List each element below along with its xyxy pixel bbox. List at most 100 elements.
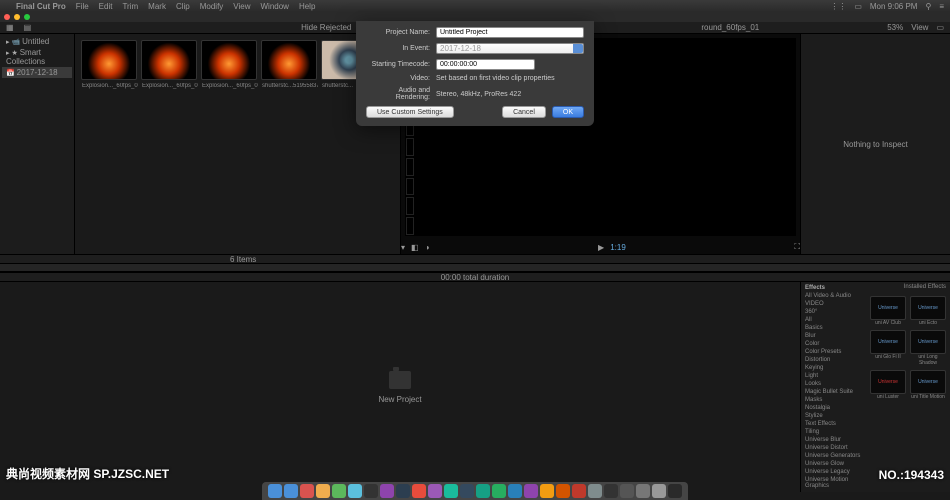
installed-effects-label[interactable]: Installed Effects bbox=[866, 282, 950, 292]
effect-category[interactable]: Text Effects bbox=[803, 420, 864, 428]
tool-icon[interactable]: ◧ bbox=[411, 243, 419, 252]
effect-category[interactable]: Light bbox=[803, 372, 864, 380]
effect-category[interactable]: Stylize bbox=[803, 412, 864, 420]
menu-help[interactable]: Help bbox=[299, 2, 315, 11]
sidebar-item-smart[interactable]: ▸ ★ Smart Collections bbox=[2, 47, 72, 67]
dock-app-icon[interactable] bbox=[316, 484, 330, 498]
effect-category[interactable]: Universe Glow bbox=[803, 460, 864, 468]
effect-thumb[interactable]: Universe bbox=[870, 370, 906, 394]
effect-category[interactable]: Masks bbox=[803, 396, 864, 404]
wifi-icon[interactable]: ⋮⋮ bbox=[830, 2, 846, 11]
dock-app-icon[interactable] bbox=[460, 484, 474, 498]
clock[interactable]: Mon 9:06 PM bbox=[870, 2, 918, 11]
dock-app-icon[interactable] bbox=[492, 484, 506, 498]
hide-rejected[interactable]: Hide Rejected bbox=[301, 23, 351, 32]
in-event-select[interactable]: 2017-12-18 bbox=[436, 43, 584, 54]
effect-category[interactable]: Universe Legacy bbox=[803, 468, 864, 476]
effect-thumb[interactable]: Universe bbox=[910, 296, 946, 320]
cancel-button[interactable]: Cancel bbox=[502, 106, 546, 118]
dock-app-icon[interactable] bbox=[412, 484, 426, 498]
dock-app-icon[interactable] bbox=[636, 484, 650, 498]
dock-app-icon[interactable] bbox=[476, 484, 490, 498]
dock-app-icon[interactable] bbox=[444, 484, 458, 498]
dock-app-icon[interactable] bbox=[540, 484, 554, 498]
start-tc-input[interactable] bbox=[436, 59, 535, 70]
dock-app-icon[interactable] bbox=[556, 484, 570, 498]
effect-category[interactable]: Nostalgia bbox=[803, 404, 864, 412]
battery-icon[interactable]: ▭ bbox=[854, 2, 862, 11]
minimize-icon[interactable] bbox=[14, 14, 20, 20]
media-icon[interactable]: ▤ bbox=[24, 23, 32, 32]
menu-clip[interactable]: Clip bbox=[176, 2, 190, 11]
menu-file[interactable]: File bbox=[76, 2, 89, 11]
dock-app-icon[interactable] bbox=[348, 484, 362, 498]
maximize-icon[interactable] bbox=[24, 14, 30, 20]
timeline[interactable]: New Project bbox=[0, 282, 800, 492]
view-menu[interactable]: View bbox=[911, 23, 928, 32]
dock-app-icon[interactable] bbox=[620, 484, 634, 498]
dock-app-icon[interactable] bbox=[652, 484, 666, 498]
menu-trim[interactable]: Trim bbox=[122, 2, 138, 11]
dock-app-icon[interactable] bbox=[396, 484, 410, 498]
effect-category[interactable]: Universe Motion Graphics bbox=[803, 476, 864, 490]
clapperboard-icon[interactable] bbox=[389, 371, 411, 389]
effect-category[interactable]: Blur bbox=[803, 332, 864, 340]
zoom-level[interactable]: 53% bbox=[887, 23, 903, 32]
effect-category[interactable]: Looks bbox=[803, 380, 864, 388]
dock-app-icon[interactable] bbox=[604, 484, 618, 498]
search-icon[interactable]: ⚲ bbox=[925, 2, 931, 11]
clip-thumb[interactable]: Explosion..._60fps_03 bbox=[141, 40, 197, 80]
effect-category[interactable]: All bbox=[803, 316, 864, 324]
effect-category[interactable]: 360° bbox=[803, 308, 864, 316]
clip-thumb[interactable]: Explosion..._60fps_02 bbox=[201, 40, 257, 80]
menu-view[interactable]: View bbox=[233, 2, 250, 11]
menu-mark[interactable]: Mark bbox=[148, 2, 166, 11]
effect-category[interactable]: Universe Distort bbox=[803, 444, 864, 452]
effect-category[interactable]: Distortion bbox=[803, 356, 864, 364]
clip-thumb[interactable]: Explosion..._60fps_01 bbox=[81, 40, 137, 80]
color-icon[interactable]: ◑ bbox=[425, 243, 430, 252]
share-icon[interactable]: ▭ bbox=[936, 23, 944, 32]
menu-modify[interactable]: Modify bbox=[200, 2, 224, 11]
effect-category[interactable]: Color bbox=[803, 340, 864, 348]
effect-thumb[interactable]: Universe bbox=[870, 330, 906, 354]
library-icon[interactable]: ▦ bbox=[6, 23, 14, 32]
menu-icon[interactable]: ≡ bbox=[939, 2, 944, 11]
effect-category[interactable]: Universe Generators bbox=[803, 452, 864, 460]
sidebar-item-event[interactable]: 📅 2017-12-18 bbox=[2, 67, 72, 78]
effect-thumb[interactable]: Universe bbox=[910, 330, 946, 354]
use-custom-settings-button[interactable]: Use Custom Settings bbox=[366, 106, 454, 118]
dock-app-icon[interactable] bbox=[380, 484, 394, 498]
scale-icon[interactable]: ▾ bbox=[401, 243, 405, 252]
dock-app-icon[interactable] bbox=[668, 484, 682, 498]
sidebar-item-untitled[interactable]: ▸ 📹 Untitled bbox=[2, 36, 72, 47]
project-name-input[interactable] bbox=[436, 27, 584, 38]
effect-thumb[interactable]: Universe bbox=[910, 370, 946, 394]
dock-app-icon[interactable] bbox=[268, 484, 282, 498]
dock-app-icon[interactable] bbox=[524, 484, 538, 498]
close-icon[interactable] bbox=[4, 14, 10, 20]
dock-app-icon[interactable] bbox=[588, 484, 602, 498]
effect-category[interactable]: Keying bbox=[803, 364, 864, 372]
dock-app-icon[interactable] bbox=[300, 484, 314, 498]
dock-app-icon[interactable] bbox=[508, 484, 522, 498]
dock-app-icon[interactable] bbox=[364, 484, 378, 498]
ok-button[interactable]: OK bbox=[552, 106, 584, 118]
effect-category[interactable]: Universe Blur bbox=[803, 436, 864, 444]
effect-category[interactable]: Tiling bbox=[803, 428, 864, 436]
effect-category[interactable]: Basics bbox=[803, 324, 864, 332]
divider[interactable] bbox=[0, 264, 950, 272]
menu-window[interactable]: Window bbox=[261, 2, 289, 11]
effect-category[interactable]: All Video & Audio bbox=[803, 292, 864, 300]
effect-category[interactable]: VIDEO bbox=[803, 300, 864, 308]
effect-category[interactable]: Color Presets bbox=[803, 348, 864, 356]
dock-app-icon[interactable] bbox=[428, 484, 442, 498]
play-icon[interactable]: ▶ bbox=[598, 243, 604, 252]
menu-edit[interactable]: Edit bbox=[99, 2, 113, 11]
effect-thumb[interactable]: Universe bbox=[870, 296, 906, 320]
dock-app-icon[interactable] bbox=[572, 484, 586, 498]
macos-dock[interactable] bbox=[262, 482, 688, 500]
dock-app-icon[interactable] bbox=[332, 484, 346, 498]
clip-thumb[interactable]: shutterstc...51955837 bbox=[261, 40, 317, 80]
app-name[interactable]: Final Cut Pro bbox=[16, 2, 66, 11]
